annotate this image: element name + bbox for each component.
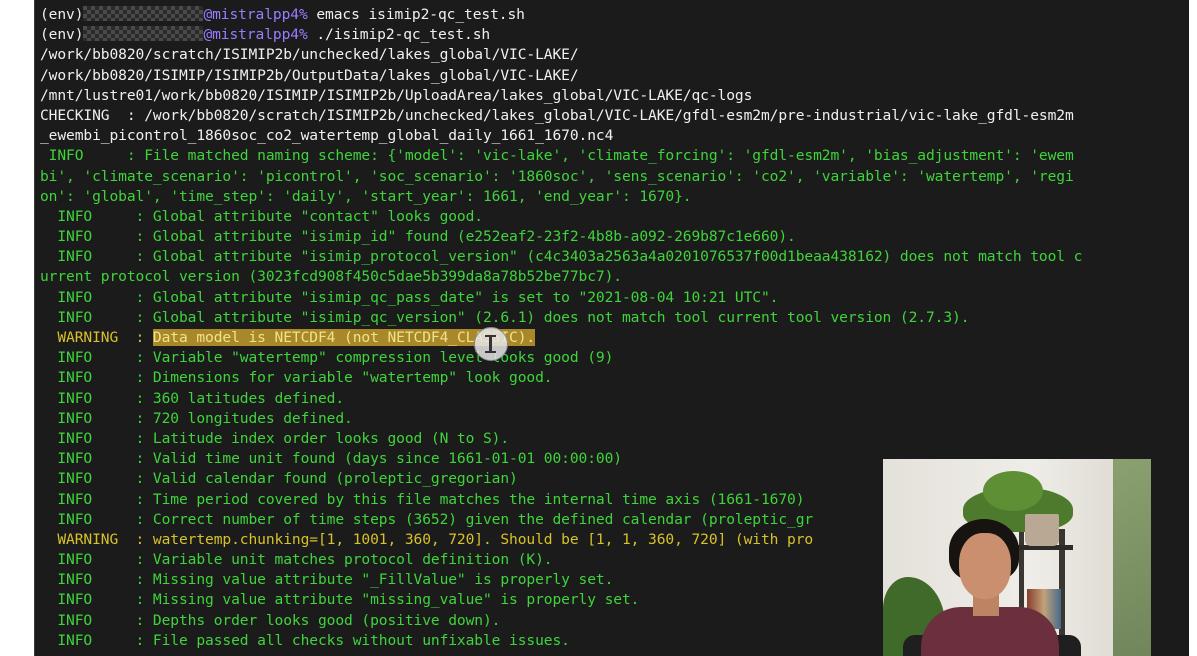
- terminal-line: INFO : Global attribute "isimip_qc_pass_…: [40, 288, 1189, 308]
- prompt-env: (env): [40, 26, 84, 44]
- prompt-line: (env) @mistralpp4% ./isimip2-qc_test.sh: [40, 25, 1189, 45]
- line-text: /mnt/lustre01/work/bb0820/ISIMIP/ISIMIP2…: [40, 86, 753, 104]
- terminal-line: urrent protocol version (3023fcd908f450c…: [40, 267, 1189, 287]
- text-cursor-icon: [474, 327, 508, 361]
- terminal-line: INFO : Latitude index order looks good (…: [40, 429, 1189, 449]
- terminal-line: INFO : Global attribute "contact" looks …: [40, 207, 1189, 227]
- log-level: WARNING :: [40, 329, 153, 346]
- terminal-line: INFO : Global attribute "isimip_protocol…: [40, 247, 1189, 267]
- line-text: INFO : Global attribute "isimip_id" foun…: [40, 228, 796, 246]
- terminal-line: INFO : File matched naming scheme: {'mod…: [40, 146, 1189, 166]
- line-text: INFO : Valid time unit found (days since…: [40, 450, 622, 468]
- line-text: bi', 'climate_scenario': 'picontrol', 's…: [40, 167, 1074, 185]
- terminal-line: INFO : Dimensions for variable "watertem…: [40, 368, 1189, 388]
- line-text: urrent protocol version (3023fcd908f450c…: [40, 268, 622, 286]
- line-text: _ewembi_picontrol_1860soc_co2_watertemp_…: [40, 127, 614, 145]
- redacted-username: [83, 26, 204, 42]
- line-text: WARNING : watertemp.chunking=[1, 1001, 3…: [40, 530, 814, 548]
- webcam-plant: [983, 471, 1043, 511]
- line-text: INFO : Variable "watertemp" compression …: [40, 349, 614, 367]
- line-text: INFO : 720 longitudes defined.: [40, 409, 353, 427]
- webcam-plant: [1113, 459, 1151, 656]
- terminal-line: /work/bb0820/ISIMIP/ISIMIP2b/OutputData/…: [40, 66, 1189, 86]
- webcam-person-face: [959, 533, 1011, 599]
- line-text: INFO : Correct number of time steps (365…: [40, 510, 814, 528]
- terminal-line: WARNING : Data model is NETCDF4 (not NET…: [40, 328, 1189, 348]
- webcam-plant-pot: [1025, 514, 1059, 546]
- line-text: INFO : Variable unit matches protocol de…: [40, 551, 553, 569]
- terminal-line: on': 'global', 'time_step': 'daily', 'st…: [40, 187, 1189, 207]
- terminal-line: CHECKING : /work/bb0820/scratch/ISIMIP2b…: [40, 106, 1189, 126]
- line-text: INFO : File passed all checks without un…: [40, 631, 570, 649]
- prompt-env: (env): [40, 6, 84, 23]
- terminal-line: INFO : 720 longitudes defined.: [40, 409, 1189, 429]
- line-text: /work/bb0820/ISIMIP/ISIMIP2b/OutputData/…: [40, 66, 579, 84]
- terminal-line: INFO : Global attribute "isimip_id" foun…: [40, 227, 1189, 247]
- line-text: INFO : Latitude index order looks good (…: [40, 429, 510, 447]
- line-text: INFO : Missing value attribute "missing_…: [40, 591, 640, 609]
- command-text: ./isimip2-qc_test.sh: [307, 26, 491, 44]
- line-text: INFO : Missing value attribute "_FillVal…: [40, 571, 614, 589]
- line-text: INFO : Dimensions for variable "watertem…: [40, 369, 553, 387]
- terminal-line: /mnt/lustre01/work/bb0820/ISIMIP/ISIMIP2…: [40, 86, 1189, 106]
- redacted-username: [83, 6, 204, 21]
- line-text: on': 'global', 'time_step': 'daily', 'st…: [40, 187, 692, 205]
- line-text: INFO : Global attribute "isimip_qc_pass_…: [40, 288, 779, 306]
- line-text: INFO : Time period covered by this file …: [40, 490, 805, 508]
- terminal-line: INFO : Global attribute "isimip_qc_versi…: [40, 308, 1189, 328]
- line-text: /work/bb0820/scratch/ISIMIP2b/unchecked/…: [40, 46, 579, 64]
- webcam-overlay: [883, 459, 1151, 656]
- prompt-host: @mistralpp4%: [203, 6, 308, 23]
- line-text: INFO : 360 latitudes defined.: [40, 389, 345, 407]
- line-text: INFO : Valid calendar found (proleptic_g…: [40, 470, 518, 488]
- line-text: CHECKING : /work/bb0820/scratch/ISIMIP2b…: [40, 106, 1074, 124]
- line-text: INFO : Global attribute "contact" looks …: [40, 207, 483, 225]
- prompt-line: (env) @mistralpp4% emacs isimip2-qc_test.…: [40, 5, 1189, 25]
- line-text: INFO : Global attribute "isimip_protocol…: [40, 248, 1083, 266]
- terminal-line: _ewembi_picontrol_1860soc_co2_watertemp_…: [40, 126, 1189, 146]
- terminal-line: INFO : 360 latitudes defined.: [40, 389, 1189, 409]
- terminal-line: bi', 'climate_scenario': 'picontrol', 's…: [40, 167, 1189, 187]
- line-text: INFO : File matched naming scheme: {'mod…: [40, 147, 1074, 165]
- prompt-host: @mistralpp4%: [203, 26, 308, 44]
- command-text: emacs isimip2-qc_test.sh: [307, 6, 525, 23]
- line-text: INFO : Global attribute "isimip_qc_versi…: [40, 308, 970, 326]
- line-text: INFO : Depths order looks good (positive…: [40, 611, 501, 629]
- terminal-line: INFO : Variable "watertemp" compression …: [40, 348, 1189, 368]
- terminal-line: /work/bb0820/scratch/ISIMIP2b/unchecked/…: [40, 45, 1189, 65]
